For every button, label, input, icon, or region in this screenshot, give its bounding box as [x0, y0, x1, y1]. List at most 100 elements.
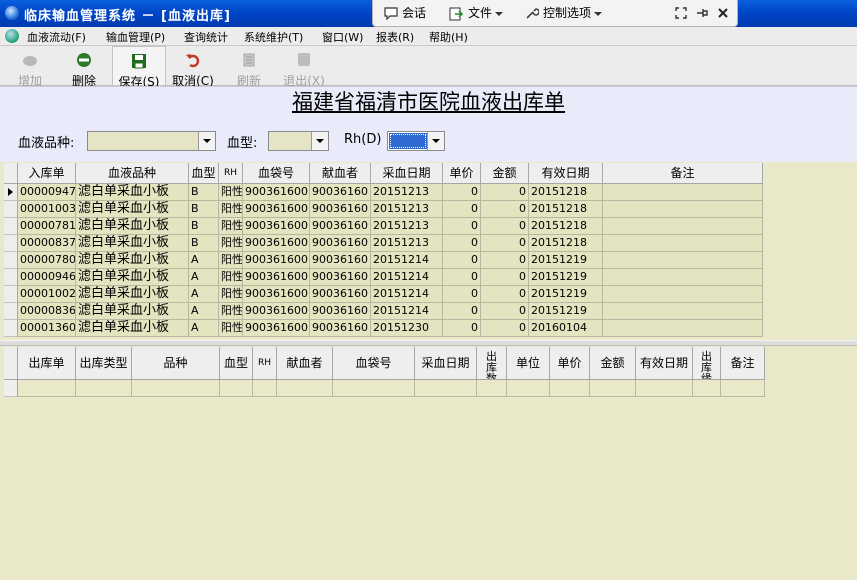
cell-rh[interactable]: 阳性 — [219, 184, 243, 201]
blood-type-select[interactable] — [87, 131, 216, 151]
empty-cell-donor[interactable] — [277, 380, 333, 397]
cell-remark[interactable] — [603, 286, 763, 303]
row-selector[interactable] — [4, 320, 18, 337]
header-out-qty[interactable]: 出库数量 — [477, 347, 507, 380]
pin-icon[interactable] — [696, 7, 708, 19]
cell-abo[interactable]: B — [189, 184, 219, 201]
cell-blood-type[interactable]: 滤白单采血小板 — [76, 252, 189, 269]
cell-rh[interactable]: 阳性 — [219, 303, 243, 320]
empty-cell-out-reason[interactable] — [693, 380, 721, 397]
header-abo[interactable]: 血型 — [189, 163, 219, 184]
empty-cell-out-order-no[interactable] — [18, 380, 76, 397]
header-expiry-date[interactable]: 有效日期 — [529, 163, 603, 184]
chat-button[interactable]: 会话 — [384, 5, 426, 21]
cell-collect-date[interactable]: 20151213 — [371, 184, 443, 201]
menu-report[interactable]: 报表(R) — [376, 29, 414, 45]
cell-amount[interactable]: 0 — [481, 320, 529, 337]
menu-window[interactable]: 窗口(W) — [322, 29, 363, 45]
cell-blood-type[interactable]: 滤白单采血小板 — [76, 303, 189, 320]
cell-bag-no[interactable]: 900361600 — [243, 218, 310, 235]
cell-rh[interactable]: 阳性 — [219, 252, 243, 269]
cell-remark[interactable] — [603, 252, 763, 269]
cell-amount[interactable]: 0 — [481, 184, 529, 201]
header-rh[interactable]: RH — [219, 163, 243, 184]
menu-system[interactable]: 系统维护(T) — [244, 29, 303, 45]
cell-donor[interactable]: 90036160 — [310, 201, 371, 218]
cell-rh[interactable]: 阳性 — [219, 201, 243, 218]
cell-bag-no[interactable]: 900361600 — [243, 201, 310, 218]
row-selector[interactable] — [4, 201, 18, 218]
empty-cell-unit[interactable] — [507, 380, 550, 397]
cell-unit-price[interactable]: 0 — [443, 252, 481, 269]
cell-bag-no[interactable]: 900361600 — [243, 184, 310, 201]
cell-blood-type[interactable]: 滤白单采血小板 — [76, 269, 189, 286]
header-amount[interactable]: 金额 — [481, 163, 529, 184]
cell-expiry-date[interactable]: 20151219 — [529, 269, 603, 286]
cell-order-no[interactable]: 00000947 — [18, 184, 76, 201]
save-button[interactable]: 保存(S) — [112, 46, 166, 89]
cell-amount[interactable]: 0 — [481, 218, 529, 235]
empty-cell-abo[interactable] — [220, 380, 253, 397]
cell-abo[interactable]: A — [189, 286, 219, 303]
cell-donor[interactable]: 90036160 — [310, 252, 371, 269]
empty-cell-unit-price[interactable] — [550, 380, 590, 397]
header-blood-type[interactable]: 血液品种 — [76, 163, 189, 184]
cell-remark[interactable] — [603, 303, 763, 320]
cell-amount[interactable]: 0 — [481, 201, 529, 218]
row-selector[interactable] — [4, 269, 18, 286]
outbound-grid[interactable]: 出库单出库类型品种血型RH献血者血袋号采血日期出库数量单位单价金额有效日期出库缘… — [4, 347, 853, 580]
cell-expiry-date[interactable]: 20151219 — [529, 252, 603, 269]
empty-cell-variety[interactable] — [132, 380, 220, 397]
cell-expiry-date[interactable]: 20151219 — [529, 286, 603, 303]
empty-cell-out-qty[interactable] — [477, 380, 507, 397]
cell-remark[interactable] — [603, 201, 763, 218]
header-bag-no[interactable]: 血袋号 — [243, 163, 310, 184]
cell-blood-type[interactable]: 滤白单采血小板 — [76, 218, 189, 235]
cell-rh[interactable]: 阳性 — [219, 235, 243, 252]
cell-collect-date[interactable]: 20151214 — [371, 303, 443, 320]
cell-amount[interactable]: 0 — [481, 269, 529, 286]
delete-button[interactable]: 删除 — [60, 46, 108, 88]
cell-collect-date[interactable]: 20151213 — [371, 201, 443, 218]
cell-order-no[interactable]: 00001002 — [18, 286, 76, 303]
cell-collect-date[interactable]: 20151214 — [371, 269, 443, 286]
cell-collect-date[interactable]: 20151214 — [371, 252, 443, 269]
row-selector[interactable] — [4, 303, 18, 320]
menu-transfusion[interactable]: 输血管理(P) — [106, 29, 165, 45]
header-out-type[interactable]: 出库类型 — [76, 347, 132, 380]
header-out-reason[interactable]: 出库缘由 — [693, 347, 721, 380]
cell-order-no[interactable]: 00001360 — [18, 320, 76, 337]
abo-select[interactable] — [268, 131, 329, 151]
control-options-button[interactable]: 控制选项 — [524, 5, 603, 21]
exit-button[interactable]: 退出(X) — [278, 46, 330, 88]
cell-abo[interactable]: A — [189, 269, 219, 286]
cell-bag-no[interactable]: 900361600 — [243, 252, 310, 269]
header-unit-price[interactable]: 单价 — [550, 347, 590, 380]
cell-blood-type[interactable]: 滤白单采血小板 — [76, 286, 189, 303]
close-icon[interactable] — [718, 8, 728, 18]
cell-order-no[interactable]: 00001003 — [18, 201, 76, 218]
rh-select[interactable] — [387, 131, 445, 151]
file-menu-button[interactable]: 文件 — [449, 5, 504, 21]
empty-cell-expiry-date[interactable] — [636, 380, 693, 397]
empty-cell-remark[interactable] — [721, 380, 765, 397]
cell-expiry-date[interactable]: 20151218 — [529, 184, 603, 201]
cell-order-no[interactable]: 00000781 — [18, 218, 76, 235]
header-expiry-date[interactable]: 有效日期 — [636, 347, 693, 380]
header-bag-no[interactable]: 血袋号 — [333, 347, 415, 380]
chevron-down-icon[interactable] — [311, 132, 328, 150]
cell-abo[interactable]: B — [189, 201, 219, 218]
splitter[interactable] — [0, 340, 857, 346]
app-menu-icon[interactable] — [5, 29, 19, 43]
cell-order-no[interactable]: 00000780 — [18, 252, 76, 269]
cell-remark[interactable] — [603, 184, 763, 201]
empty-cell-rh[interactable] — [253, 380, 277, 397]
cell-abo[interactable]: B — [189, 235, 219, 252]
empty-cell-collect-date[interactable] — [415, 380, 477, 397]
header-unit-price[interactable]: 单价 — [443, 163, 481, 184]
cell-donor[interactable]: 90036160 — [310, 218, 371, 235]
cell-unit-price[interactable]: 0 — [443, 235, 481, 252]
chevron-down-icon[interactable] — [198, 132, 215, 150]
cell-amount[interactable]: 0 — [481, 235, 529, 252]
cell-remark[interactable] — [603, 218, 763, 235]
